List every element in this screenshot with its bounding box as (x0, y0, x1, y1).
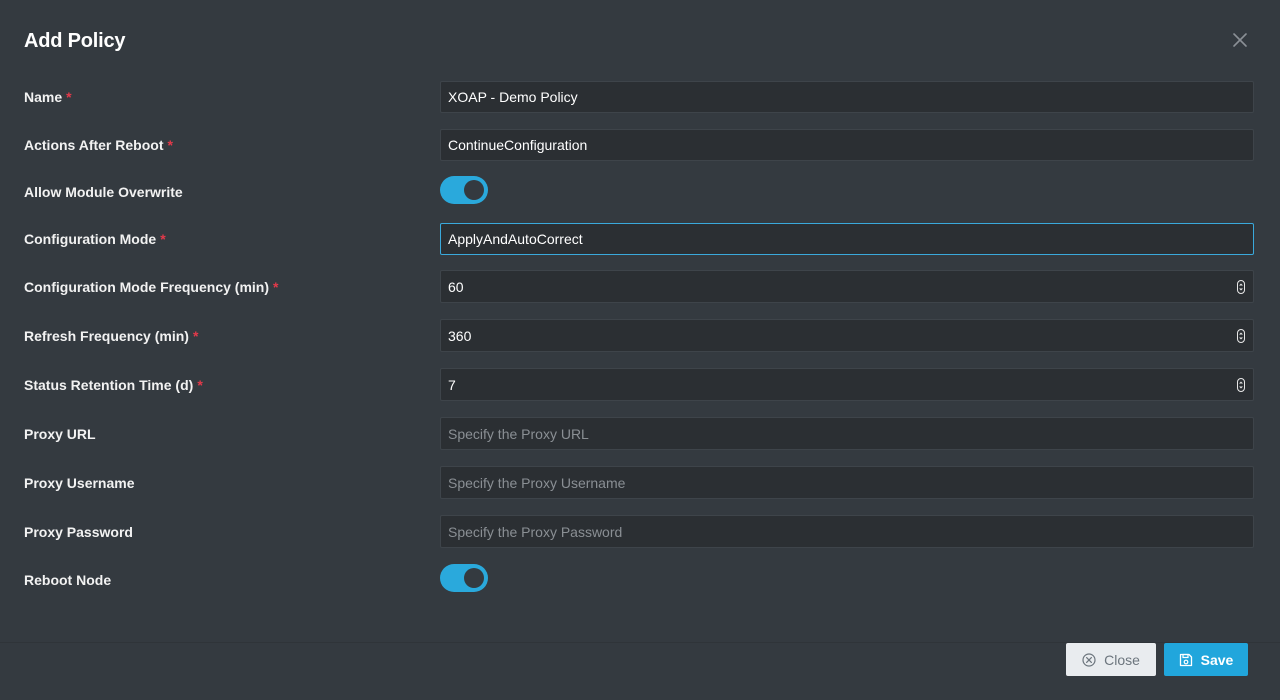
dialog-header: Add Policy (0, 0, 1280, 80)
configuration-mode-value: ApplyAndAutoCorrect (448, 231, 583, 247)
actions-after-reboot-label: Actions After Reboot * (24, 137, 173, 153)
reboot-node-row: Reboot Node (0, 564, 1280, 594)
allow-module-overwrite-row: Allow Module Overwrite (0, 176, 1280, 206)
status-retention-time-value: 7 (448, 376, 456, 393)
proxy-password-placeholder: Specify the Proxy Password (448, 523, 623, 540)
name-input-value: XOAP - Demo Policy (448, 89, 578, 105)
toggle-knob (464, 568, 484, 588)
actions-after-reboot-value: ContinueConfiguration (448, 137, 588, 153)
toggle-knob (464, 180, 484, 200)
status-retention-time-label: Status Retention Time (d) * (24, 377, 203, 393)
close-button-label: Close (1104, 651, 1140, 668)
save-button-label: Save (1200, 651, 1234, 668)
configuration-mode-frequency-row: Configuration Mode Frequency (min) * 60 (0, 269, 1280, 304)
dialog-title: Add Policy (24, 30, 126, 52)
required-marker: * (197, 377, 203, 393)
close-button[interactable]: Close (1066, 643, 1156, 676)
configuration-mode-row: Configuration Mode * ApplyAndAutoCorrect (0, 222, 1280, 256)
required-marker: * (192, 328, 199, 344)
spinner-arrows-icon[interactable] (1237, 328, 1245, 343)
configuration-mode-frequency-value: 60 (448, 278, 464, 295)
spinner-arrows-icon[interactable] (1237, 377, 1245, 392)
refresh-frequency-value: 360 (448, 327, 472, 344)
refresh-frequency-input[interactable]: 360 (440, 319, 1254, 352)
allow-module-overwrite-toggle[interactable] (440, 176, 488, 204)
refresh-frequency-row: Refresh Frequency (min) * 360 (0, 318, 1280, 353)
configuration-mode-select[interactable]: ApplyAndAutoCorrect (440, 223, 1254, 255)
name-label: Name * (24, 89, 72, 105)
reboot-node-toggle[interactable] (440, 564, 488, 592)
proxy-url-placeholder: Specify the Proxy URL (448, 425, 589, 442)
add-policy-dialog: Add Policy Name * XOAP - Demo Policy Acti… (0, 0, 1280, 700)
proxy-password-input[interactable]: Specify the Proxy Password (440, 515, 1254, 548)
proxy-username-placeholder: Specify the Proxy Username (448, 474, 626, 491)
configuration-mode-frequency-input[interactable]: 60 (440, 270, 1254, 303)
proxy-url-label: Proxy URL (24, 426, 96, 442)
status-retention-time-row: Status Retention Time (d) * 7 (0, 367, 1280, 402)
name-input[interactable]: XOAP - Demo Policy (440, 81, 1254, 113)
configuration-mode-frequency-label: Configuration Mode Frequency (min) * (24, 279, 279, 295)
floppy-disk-icon (1179, 653, 1192, 666)
save-button[interactable]: Save (1164, 643, 1248, 676)
actions-after-reboot-select[interactable]: ContinueConfiguration (440, 129, 1254, 161)
name-row: Name * XOAP - Demo Policy (0, 80, 1280, 114)
proxy-username-row: Proxy Username Specify the Proxy Usernam… (0, 466, 1280, 500)
proxy-username-input[interactable]: Specify the Proxy Username (440, 466, 1254, 499)
status-retention-time-input[interactable]: 7 (440, 368, 1254, 401)
actions-after-reboot-row: Actions After Reboot * ContinueConfigurat… (0, 128, 1280, 162)
allow-module-overwrite-label: Allow Module Overwrite (24, 184, 183, 200)
configuration-mode-label: Configuration Mode * (24, 231, 166, 247)
required-marker: * (167, 137, 173, 153)
required-marker: * (66, 89, 72, 105)
proxy-username-label: Proxy Username (24, 475, 135, 491)
reboot-node-label: Reboot Node (24, 572, 112, 588)
proxy-password-label: Proxy Password (24, 524, 133, 540)
proxy-password-row: Proxy Password Specify the Proxy Passwor… (0, 515, 1280, 549)
spinner-arrows-icon[interactable] (1237, 279, 1245, 294)
proxy-url-row: Proxy URL Specify the Proxy URL (0, 417, 1280, 451)
proxy-url-input[interactable]: Specify the Proxy URL (440, 417, 1254, 450)
circle-x-icon (1082, 652, 1096, 667)
refresh-frequency-label: Refresh Frequency (min) * (24, 328, 199, 344)
dialog-footer: Close Save (0, 643, 1280, 700)
required-marker: * (160, 231, 166, 247)
required-marker: * (273, 279, 279, 295)
close-icon[interactable] (1230, 30, 1250, 50)
